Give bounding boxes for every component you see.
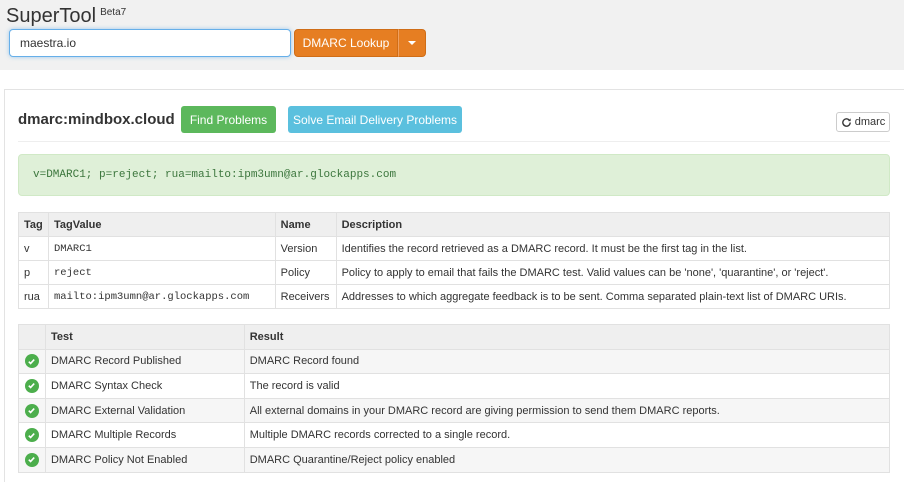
dmarc-record-box: v=DMARC1; p=reject; rua=mailto:ipm3umn@a… [18,154,890,196]
tags-table: Tag TagValue Name Description v DMARC1 V… [18,212,891,309]
table-row: DMARC Record Published DMARC Record foun… [18,348,891,375]
check-circle-icon [24,428,39,443]
status-cell [18,446,46,473]
table-row: p reject Policy Policy to apply to email… [18,260,891,285]
column-header: Test [44,324,245,350]
column-header: Name [274,212,337,237]
table-row: DMARC Syntax Check The record is valid [18,373,891,399]
refresh-label: dmarc [854,116,886,128]
search-input[interactable] [9,29,291,57]
refresh-dmarc-button[interactable]: dmarc [836,112,890,132]
app-brand: SuperTool Beta7 [6,5,126,28]
test-name-cell: DMARC Policy Not Enabled [44,446,245,473]
status-cell [18,348,46,375]
tag-name-cell: Receivers [274,284,337,309]
tag-value-cell: reject [47,260,276,285]
lookup-dropdown-button[interactable] [398,29,426,57]
divider [18,141,890,142]
refresh-icon [841,117,851,127]
table-row: rua mailto:ipm3umn@ar.glockapps.com Rece… [18,284,891,309]
test-name-cell: DMARC Multiple Records [44,422,245,448]
test-result-cell: All external domains in your DMARC recor… [243,397,891,424]
test-result-cell: The record is valid [243,373,891,399]
tag-name-cell: Policy [274,260,337,285]
tag-description-cell: Addresses to which aggregate feedback is… [335,284,891,309]
beta-badge: Beta7 [100,7,127,18]
find-problems-button[interactable]: Find Problems [181,106,276,133]
check-circle-icon [24,452,39,467]
check-circle-icon [24,378,39,393]
test-result-cell: DMARC Quarantine/Reject policy enabled [243,446,891,473]
tag-description-cell: Policy to apply to email that fails the … [335,260,891,285]
check-circle-icon [24,403,39,418]
top-bar: SuperToolBeta7 DMARC Lookup [0,0,904,70]
status-cell [18,373,46,399]
tests-header-row: Test Result [18,324,891,350]
solve-email-delivery-button[interactable]: Solve Email Delivery Problems [288,106,462,133]
column-header: Result [243,324,891,350]
test-name-cell: DMARC Record Published [44,348,245,375]
tests-table: Test Result DMARC Record Published DMARC… [18,324,891,473]
column-header [18,324,46,350]
status-cell [18,397,46,424]
tag-name-cell: Version [274,236,337,261]
table-row: DMARC Policy Not Enabled DMARC Quarantin… [18,446,891,473]
test-result-cell: Multiple DMARC records corrected to a si… [243,422,891,448]
tag-cell: p [18,260,49,285]
app-name: SuperTool [6,5,97,27]
result-title: dmarc:mindbox.cloud [18,111,175,128]
tag-cell: v [18,236,49,261]
caret-down-icon [408,41,416,45]
status-cell [18,422,46,448]
test-result-cell: DMARC Record found [243,348,891,375]
tag-value-cell: mailto:ipm3umn@ar.glockapps.com [47,284,276,309]
table-row: DMARC External Validation All external d… [18,397,891,424]
table-row: v DMARC1 Version Identifies the record r… [18,236,891,261]
tag-description-cell: Identifies the record retrieved as a DMA… [335,236,891,261]
column-header: Tag [18,212,49,237]
tag-value-cell: DMARC1 [47,236,276,261]
test-name-cell: DMARC External Validation [44,397,245,424]
table-row: DMARC Multiple Records Multiple DMARC re… [18,422,891,448]
tags-header-row: Tag TagValue Name Description [18,212,891,237]
dmarc-lookup-button[interactable]: DMARC Lookup [294,29,398,57]
test-name-cell: DMARC Syntax Check [44,373,245,399]
check-circle-icon [24,354,39,369]
column-header: Description [335,212,891,237]
tag-cell: rua [18,284,49,309]
column-header: TagValue [47,212,276,237]
